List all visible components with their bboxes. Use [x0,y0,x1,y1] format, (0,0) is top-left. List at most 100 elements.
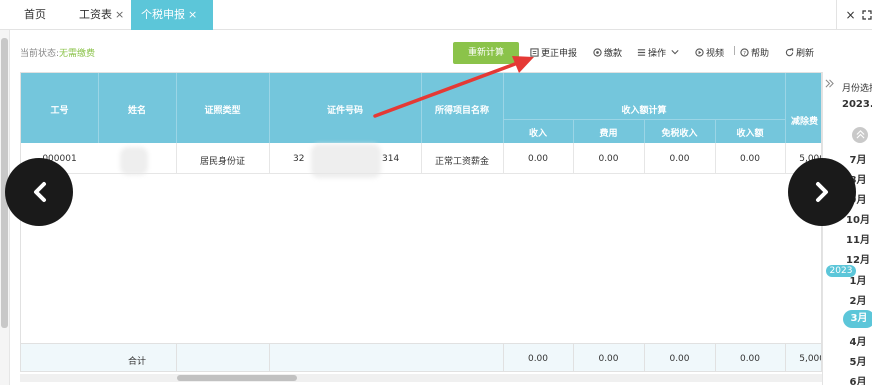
tab-bar: 首页 工资表 × 个税申报 × × [0,0,872,30]
month-item[interactable]: 1月 [843,272,872,287]
header-tax-free: 免税收入 [661,129,698,139]
correct-label: 更正申报 [541,49,578,59]
row-cell-divider [176,143,177,173]
total-divider [176,344,177,371]
redacted-name [120,147,148,175]
tab-home[interactable]: 首页 [14,0,56,30]
cell-income-amount: 0.00 [739,154,761,164]
total-income: 0.00 [527,354,549,364]
operations-icon [637,49,646,56]
row-cell-divider [644,143,645,173]
tab-close-icon[interactable]: × [188,8,197,21]
total-tax-free: 0.00 [669,354,690,364]
toolbar-separator: | [733,46,737,56]
row-divider [21,173,821,174]
operations-label: 操作 [648,49,667,59]
refresh-label: 刷新 [796,49,815,59]
header-divider [785,73,786,143]
horizontal-scrollbar[interactable] [20,374,822,382]
header-income-calc: 收入额计算 [621,106,667,116]
previous-button[interactable] [5,158,73,226]
status-text: 当前状态:无需缴费 [20,46,95,59]
cell-id-no-prefix: 32 [293,154,305,164]
row-cell-divider [269,143,270,173]
month-panel-year: 2023.0 [842,99,872,110]
cell-income: 0.00 [527,154,549,164]
row-cell-divider [715,143,716,173]
header-divider [503,119,785,120]
cell-id-no-suffix: 314 [382,154,400,164]
pay-label: 缴款 [604,49,623,59]
tab-label: 首页 [24,8,46,21]
scroll-thumb[interactable] [177,375,297,381]
month-item-selected[interactable]: 3月 [843,310,872,328]
refresh-icon [785,48,794,57]
header-id-type: 证照类型 [204,106,241,116]
refresh-button[interactable]: 刷新 [785,46,814,59]
month-item[interactable]: 12月 [843,251,872,266]
total-expense: 0.00 [598,354,619,364]
double-chevron-up-icon [856,130,864,139]
total-divider [269,344,270,371]
row-cell-divider [503,143,504,173]
search-circle-icon [593,48,602,57]
total-row: 合计 0.00 0.00 0.00 0.00 5,000 [21,343,821,371]
pay-button[interactable]: 缴款 [593,46,622,59]
header-name: 姓名 [127,106,146,116]
total-deduction: 5,000 [799,354,821,364]
tab-tax-declaration[interactable]: 个税申报 × [131,0,213,30]
header-income: 收入 [528,129,547,139]
svg-text:?: ? [743,51,746,57]
next-button[interactable] [788,158,856,226]
header-deduction: 减除费 [791,117,819,127]
row-cell-divider [421,143,422,173]
app-root: 首页 工资表 × 个税申报 × × 当前状态:无需缴费 重新计算 更正申报 缴款 操… [0,0,872,385]
cell-income-item: 正常工资薪金 [434,157,489,167]
cell-id-type: 居民身份证 [199,157,245,167]
tab-payroll[interactable]: 工资表 × [69,0,134,30]
header-id-no: 证件号码 [326,106,363,116]
video-label: 视频 [706,49,725,59]
scroll-up-button[interactable] [852,127,868,143]
header-income-item: 所得项目名称 [434,106,489,116]
recalculate-button[interactable]: 重新计算 [453,42,519,64]
header-expense: 费用 [599,129,618,139]
month-panel-title: 月份选择 [842,84,872,94]
status-label: 当前状态: [20,49,60,59]
tab-close-icon[interactable]: × [115,8,124,21]
tab-label: 工资表 [79,8,112,21]
double-chevron-right-icon [825,79,834,88]
close-icon: × [845,8,856,22]
month-panel: 月份选择 2023.0 7月 8月 9月 10月 11月 12月 2023 1月… [822,72,872,385]
chevron-right-icon [816,182,828,202]
help-button[interactable]: ? 帮助 [740,46,769,59]
table-header: 工号 姓名 证照类型 证件号码 所得项目名称 收入额计算 收入 费用 免税收入 … [21,73,821,143]
chevron-down-icon [671,50,679,55]
row-cell-divider [573,143,574,173]
month-item[interactable]: 2月 [843,292,872,307]
operations-dropdown[interactable]: 操作 [637,46,679,59]
row-cell-divider [785,143,786,173]
tab-label: 个税申报 [141,8,185,21]
collapse-panel-button[interactable] [823,72,835,100]
cell-tax-free: 0.00 [669,154,690,164]
fullscreen-button[interactable] [862,0,872,30]
month-item[interactable]: 4月 [843,333,872,348]
header-income-amount: 收入额 [736,129,764,139]
month-item[interactable]: 6月 [843,373,872,385]
month-item[interactable]: 11月 [843,231,872,246]
correct-declaration-button[interactable]: 更正申报 [530,46,577,59]
video-button[interactable]: 视频 [695,46,724,59]
help-label: 帮助 [751,49,770,59]
document-icon [530,48,539,57]
total-label: 合计 [127,357,146,367]
status-value: 无需缴费 [59,49,96,59]
chevron-left-icon [34,182,46,202]
window-close-button[interactable]: × [836,0,864,30]
declaration-table: 工号 姓名 证照类型 证件号码 所得项目名称 收入额计算 收入 费用 免税收入 … [20,72,822,372]
total-income-amount: 0.00 [739,354,761,364]
play-icon [695,48,704,57]
fullscreen-icon [862,10,872,20]
header-emp-no: 工号 [50,106,69,116]
month-item[interactable]: 5月 [843,353,872,368]
